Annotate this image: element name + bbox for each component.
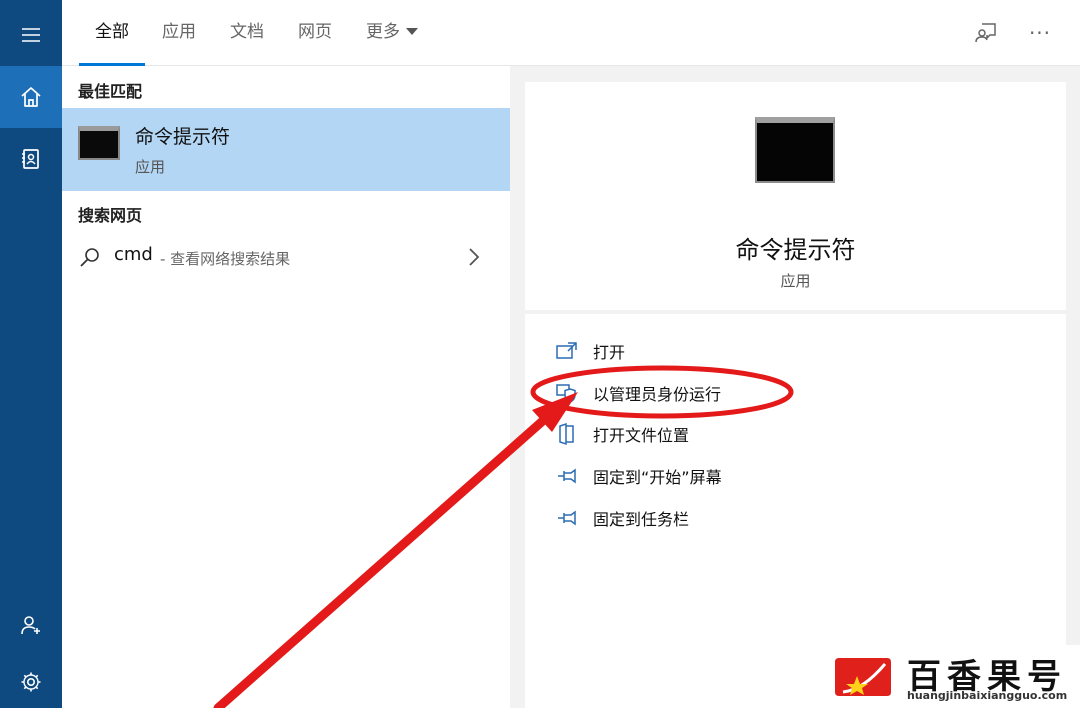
detail-pane: 命令提示符 应用 打开 以管理员身份运行 打开文件位置 固定到“开始”屏幕 固定… [510, 66, 1080, 708]
start-search-window: 全部 应用 文档 网页 更多 ··· 最佳匹配 命令提示符 应用 搜索网页 cm… [0, 0, 1080, 708]
action-pin-to-start[interactable]: 固定到“开始”屏幕 [555, 461, 722, 491]
best-match-name: 命令提示符 [135, 126, 231, 148]
tab-web[interactable]: 网页 [298, 0, 332, 66]
watermark: 百香果号 huangjinbaixiangguo.com [823, 645, 1080, 708]
action-pin-to-taskbar-label: 固定到任务栏 [593, 510, 690, 529]
hamburger-menu-button[interactable] [0, 4, 62, 66]
home-button[interactable] [0, 66, 62, 128]
more-options-button[interactable]: ··· [1025, 18, 1055, 48]
best-match-type: 应用 [135, 158, 166, 176]
detail-app-name: 命令提示符 [735, 236, 856, 264]
search-icon [80, 248, 99, 267]
file-location-icon [555, 422, 579, 446]
results-pane: 最佳匹配 命令提示符 应用 搜索网页 cmd - 查看网络搜索结果 [62, 66, 510, 708]
action-open-file-location-label: 打开文件位置 [593, 426, 690, 445]
watermark-url: huangjinbaixiangguo.com [907, 689, 1068, 702]
action-pin-to-taskbar[interactable]: 固定到任务栏 [555, 503, 689, 533]
tab-apps[interactable]: 应用 [162, 0, 196, 66]
left-rail [0, 0, 62, 708]
tab-all[interactable]: 全部 [79, 0, 145, 66]
action-open-file-location[interactable]: 打开文件位置 [555, 419, 689, 449]
caret-down-icon [406, 28, 418, 35]
tab-more-label: 更多 [366, 22, 400, 42]
web-search-heading: 搜索网页 [78, 206, 143, 225]
best-match-heading: 最佳匹配 [78, 82, 143, 101]
notebook-icon [22, 149, 39, 169]
account-icon [21, 616, 40, 635]
action-open[interactable]: 打开 [555, 336, 625, 366]
action-pin-to-start-label: 固定到“开始”屏幕 [593, 468, 722, 487]
action-run-as-admin-label: 以管理员身份运行 [593, 385, 722, 404]
action-run-as-admin[interactable]: 以管理员身份运行 [555, 378, 721, 408]
app-preview-card: 命令提示符 应用 [525, 82, 1066, 310]
notebook-button[interactable] [0, 128, 62, 190]
best-match-item[interactable]: 命令提示符 应用 [62, 108, 510, 191]
detail-app-type: 应用 [780, 272, 811, 290]
watermark-logo [835, 658, 891, 696]
hamburger-menu-icon [22, 28, 40, 42]
settings-button[interactable] [0, 656, 62, 708]
run-as-admin-shield-icon [555, 381, 579, 405]
web-search-query: cmd [114, 244, 153, 265]
pin-icon [555, 464, 579, 488]
action-open-label: 打开 [593, 343, 626, 362]
ellipsis-icon: ··· [1028, 21, 1052, 45]
account-button[interactable] [0, 594, 62, 656]
feedback-icon [975, 23, 996, 43]
search-scope-tabs: 全部 应用 文档 网页 更多 ··· [62, 0, 1080, 66]
open-icon [555, 339, 579, 363]
command-prompt-large-icon [755, 117, 835, 183]
gear-icon [21, 672, 41, 692]
command-prompt-app-icon [78, 126, 120, 160]
pin-icon [555, 506, 579, 530]
home-icon [21, 87, 41, 107]
chevron-right-icon [469, 248, 480, 266]
web-search-result[interactable]: cmd - 查看网络搜索结果 [62, 238, 510, 278]
web-search-description: - 查看网络搜索结果 [160, 250, 291, 268]
feedback-button[interactable] [971, 18, 1001, 48]
tab-more[interactable]: 更多 [366, 0, 418, 66]
tab-documents[interactable]: 文档 [230, 0, 264, 66]
